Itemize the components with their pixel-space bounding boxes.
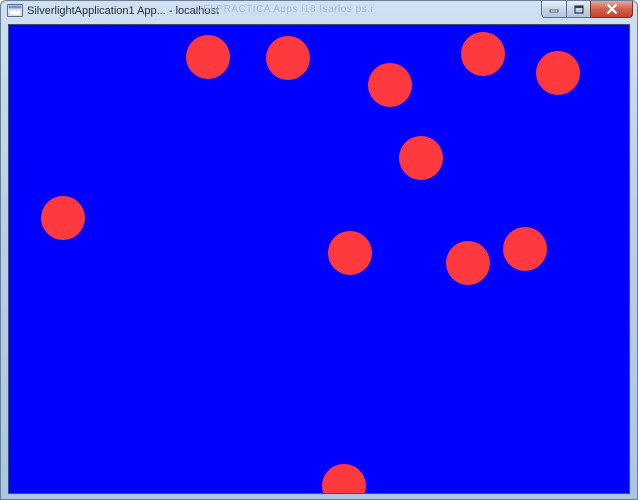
close-button[interactable] (590, 1, 633, 18)
ball (446, 241, 490, 285)
ball (186, 35, 230, 79)
ball (461, 32, 505, 76)
ball (266, 36, 310, 80)
ball (41, 196, 85, 240)
maximize-button[interactable] (566, 1, 590, 18)
ball (536, 51, 580, 95)
background-window-text: VELPRACTICA Apps i18 Isarlos ps.r (196, 4, 375, 15)
app-window: SilverlightApplication1 App... - localho… (0, 0, 638, 500)
ball (328, 231, 372, 275)
title-bar[interactable]: SilverlightApplication1 App... - localho… (1, 1, 637, 23)
ball (368, 63, 412, 107)
silverlight-canvas[interactable] (8, 24, 630, 494)
app-window-icon (7, 4, 23, 17)
minimize-button[interactable] (541, 1, 566, 18)
ball (399, 136, 443, 180)
ball-scene (41, 32, 580, 493)
ball (322, 464, 366, 493)
caption-buttons (541, 1, 633, 19)
ball (503, 227, 547, 271)
close-icon (606, 4, 617, 14)
maximize-icon (573, 4, 584, 14)
window-title: SilverlightApplication1 App... - localho… (27, 5, 219, 17)
minimize-icon (549, 9, 559, 13)
